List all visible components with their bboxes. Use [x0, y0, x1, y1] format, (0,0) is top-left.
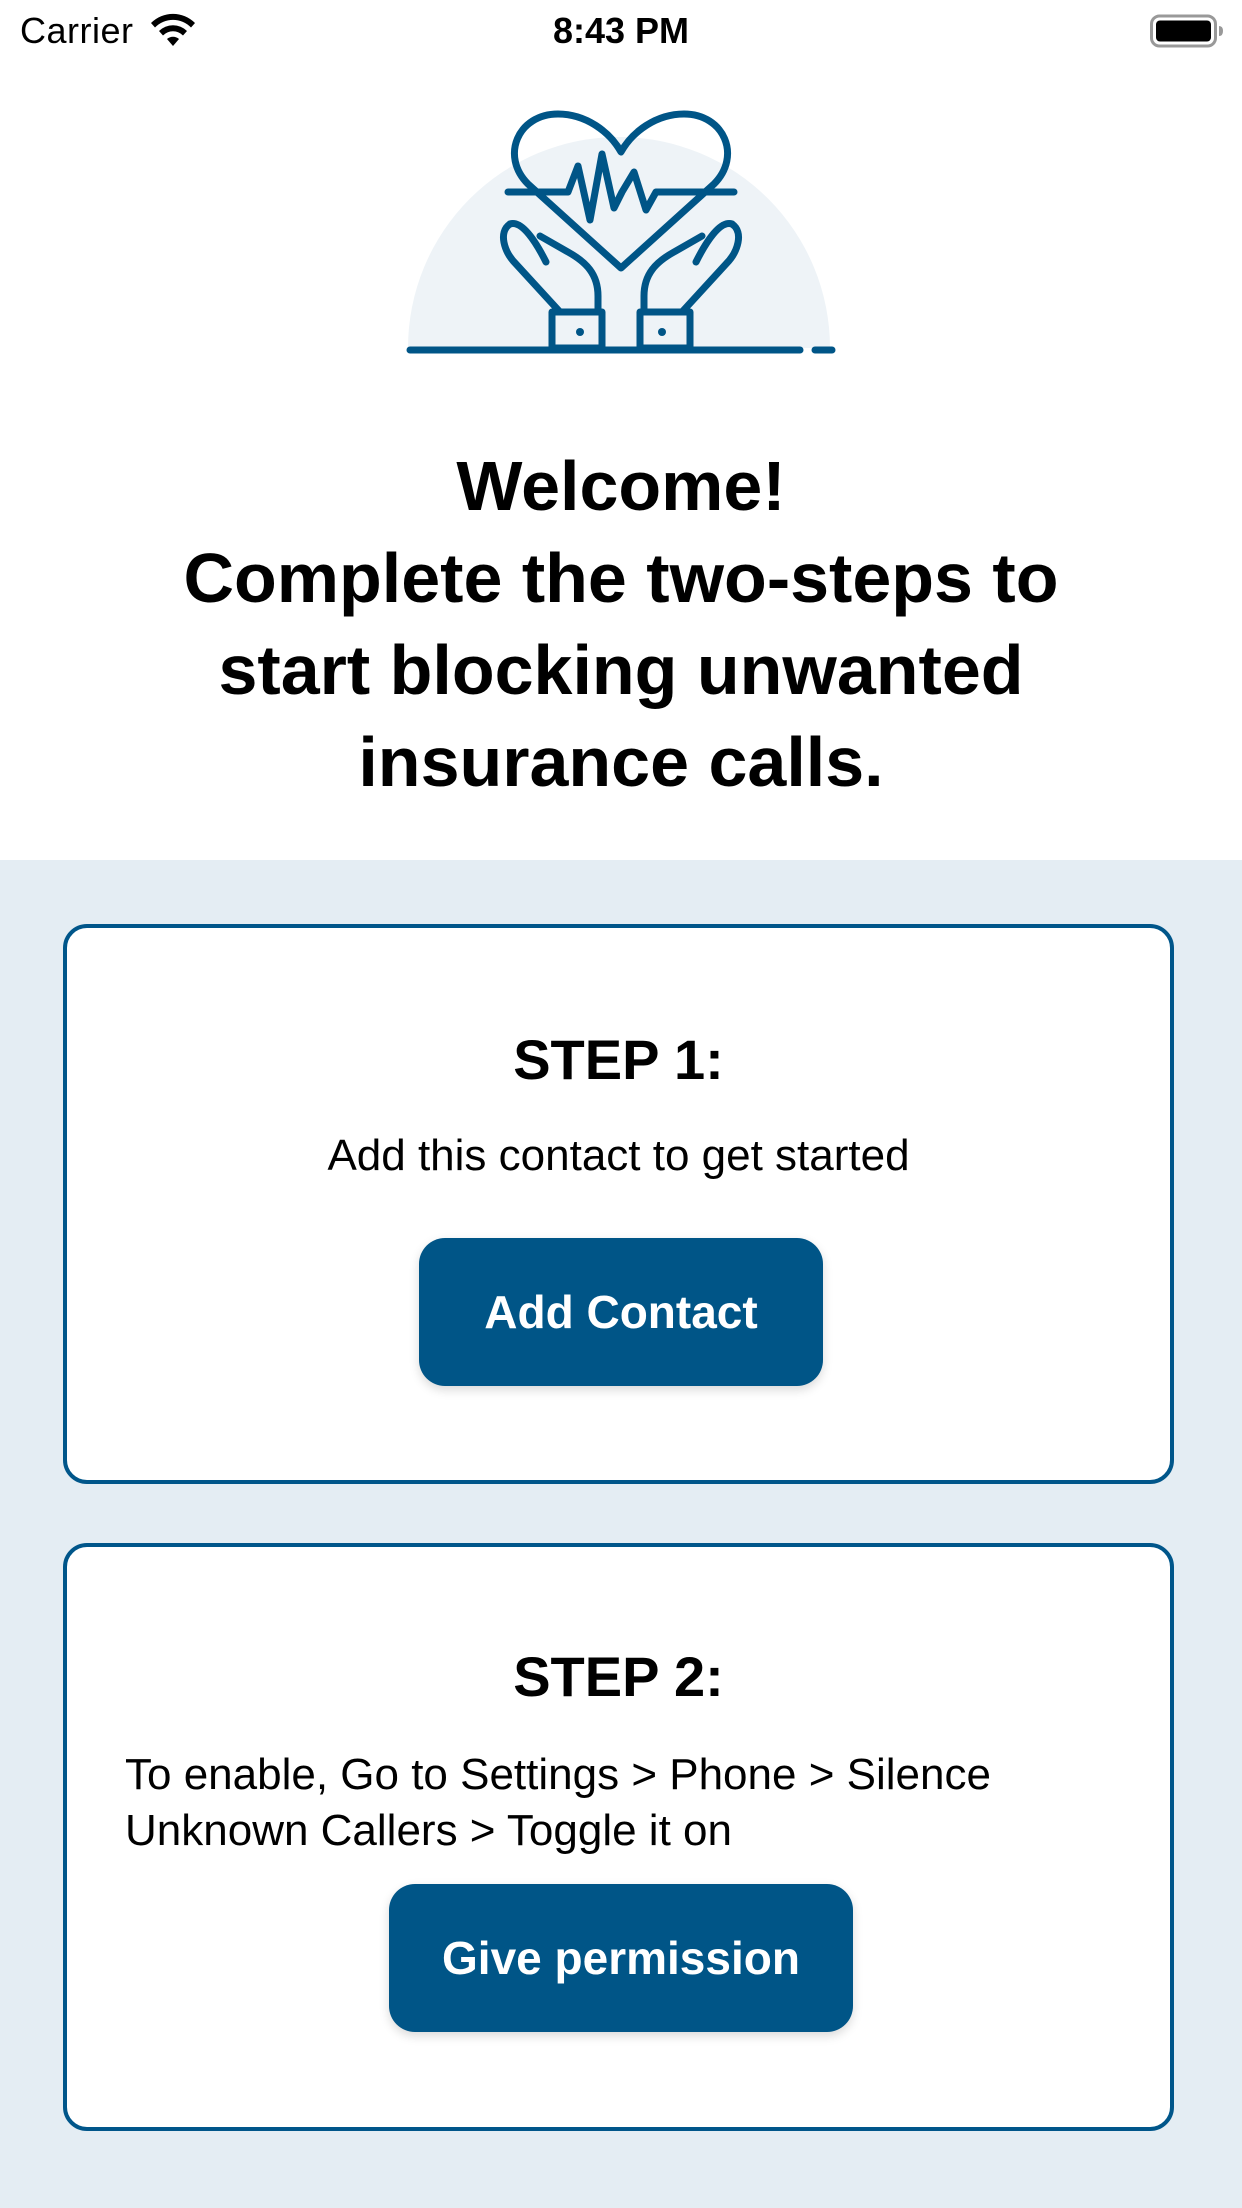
- status-bar: Carrier 8:43 PM: [0, 0, 1242, 60]
- welcome-headline: Welcome! Complete the two-steps to start…: [60, 440, 1182, 808]
- step-1-description: Add this contact to get started: [327, 1131, 910, 1180]
- heart-pulse-hands-icon: [406, 110, 836, 354]
- headline-line-1: Welcome!: [456, 447, 786, 525]
- add-contact-button[interactable]: Add Contact: [419, 1238, 823, 1386]
- step-2-title: STEP 2:: [513, 1645, 724, 1708]
- step-2-description: To enable, Go to Settings > Phone > Sile…: [125, 1750, 991, 1855]
- give-permission-button[interactable]: Give permission: [389, 1884, 853, 2032]
- headline-line-3: start blocking unwanted: [218, 631, 1024, 709]
- step-1-card: STEP 1: Add this contact to get started …: [63, 924, 1174, 1484]
- headline-line-4: insurance calls.: [358, 723, 884, 801]
- step-1-title: STEP 1:: [513, 1028, 724, 1091]
- step-2-card: STEP 2: To enable, Go to Settings > Phon…: [63, 1543, 1174, 2131]
- battery-icon: [1150, 14, 1223, 48]
- status-time: 8:43 PM: [552, 10, 690, 51]
- headline-line-2: Complete the two-steps to: [183, 539, 1059, 617]
